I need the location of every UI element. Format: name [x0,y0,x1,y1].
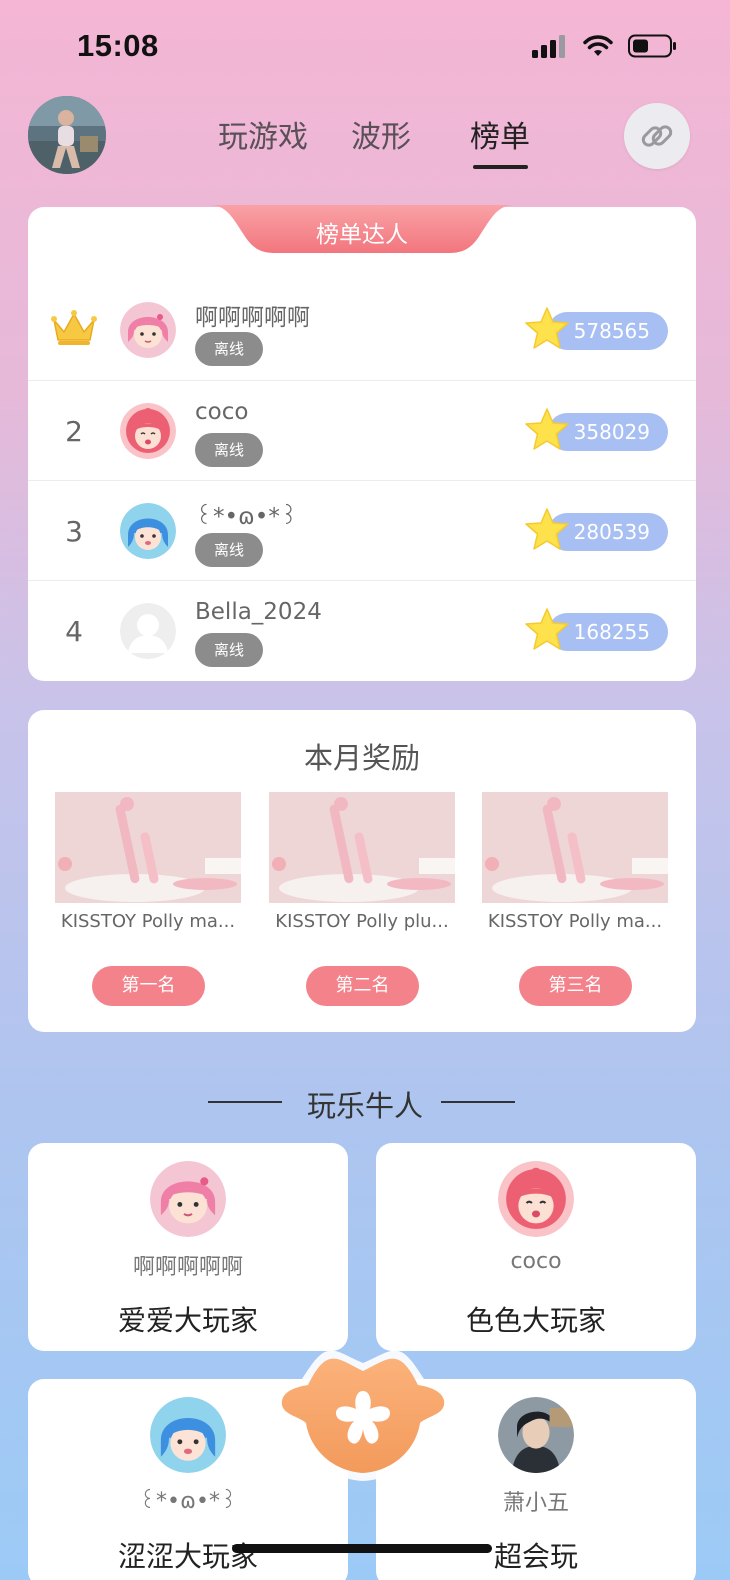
avatar [498,1397,574,1473]
top-tabs: 玩游戏 波形 榜单 [0,112,730,172]
default-avatar [120,603,176,659]
reward-name: KISSTOY Polly plu... [275,911,449,932]
third-place-pill: 第三名 [519,966,632,1006]
second-place-pill: 第二名 [306,966,419,1006]
player-name: ꒰*•ɷ•*꒱ [195,504,298,530]
tab-waveform[interactable]: 波形 [351,112,411,156]
status-icons [532,34,678,58]
player-card[interactable]: coco 色色大玩家 [376,1143,696,1351]
avatar [150,1161,226,1237]
product-image [482,792,668,903]
rewards-title: 本月奖励 [303,741,420,775]
product-image [269,792,455,903]
leaderboard-banner: 榜单达人 [208,205,516,255]
player-title: 超会玩 [493,1540,578,1573]
link-icon [641,125,673,147]
leaderboard-row[interactable]: 2 coco 离线 358029 [28,380,696,480]
reward-name: KISSTOY Polly ma... [60,911,236,932]
star-icon [525,508,569,550]
reward-item[interactable]: KISSTOY Polly ma... [482,792,668,932]
tab-play-game[interactable]: 玩游戏 [218,112,308,156]
player-name: coco [195,399,249,425]
player-name: 啊啊啊啊啊 [132,1255,243,1280]
leaderboard-row[interactable]: 3 ꒰*•ɷ•*꒱ 离线 280539 [28,480,696,580]
leaderboard-banner-title: 榜单达人 [316,222,408,248]
leaderboard-row[interactable]: 4 Bella_2024 离线 168255 [28,580,696,680]
player-title: 涩涩大玩家 [117,1540,258,1573]
avatar [120,503,176,559]
status-badge: 离线 [195,633,263,667]
avatar [150,1397,226,1473]
link-button[interactable] [624,103,690,169]
rank-number: 3 [65,515,83,548]
players-section-header: 玩乐牛人 [0,1083,730,1123]
rank-number: 2 [65,415,83,448]
reward-item[interactable]: KISSTOY Polly plu... [269,792,455,932]
avatar [120,403,176,459]
active-tab-indicator [473,165,528,169]
star-icon [525,408,569,450]
wifi-icon [583,35,613,56]
status-bar: 15:08 [0,0,730,90]
monthly-rewards-card: 本月奖励 KISSTOY Polly ma... KISSTOY Polly p… [28,710,696,1032]
leaderboard-row[interactable]: 啊啊啊啊啊 离线 578565 [28,280,696,380]
leaderboard-card: 榜单达人 啊啊啊啊啊 离线 578565 2 coco 离线 358029 3 … [28,205,696,681]
star-icon [525,307,569,349]
product-image [55,792,241,903]
avatar [498,1161,574,1237]
avatar [120,302,176,358]
player-name: coco [510,1249,562,1274]
status-badge: 离线 [195,433,263,467]
status-badge: 离线 [195,533,263,567]
player-name: 啊啊啊啊啊 [195,305,310,331]
reward-name: KISSTOY Polly ma... [487,911,663,932]
crown-icon [51,310,97,345]
player-card[interactable]: 啊啊啊啊啊 爱爱大玩家 [28,1143,348,1351]
first-place-pill: 第一名 [92,966,205,1006]
status-time: 15:08 [77,28,159,63]
star-icon [525,608,569,650]
battery-icon [628,34,676,58]
player-title: 色色大玩家 [465,1304,606,1337]
player-name: Bella_2024 [195,599,322,625]
rank-number: 4 [65,615,83,648]
section-title: 玩乐牛人 [306,1089,423,1123]
tab-leaderboard[interactable]: 榜单 [470,112,530,156]
home-indicator [232,1544,492,1553]
floating-action-button[interactable] [268,1345,458,1495]
player-title: 爱爱大玩家 [117,1304,258,1337]
status-badge: 离线 [195,332,263,366]
signal-icon [532,35,565,58]
divider [441,1101,515,1103]
reward-item[interactable]: KISSTOY Polly ma... [55,792,241,932]
